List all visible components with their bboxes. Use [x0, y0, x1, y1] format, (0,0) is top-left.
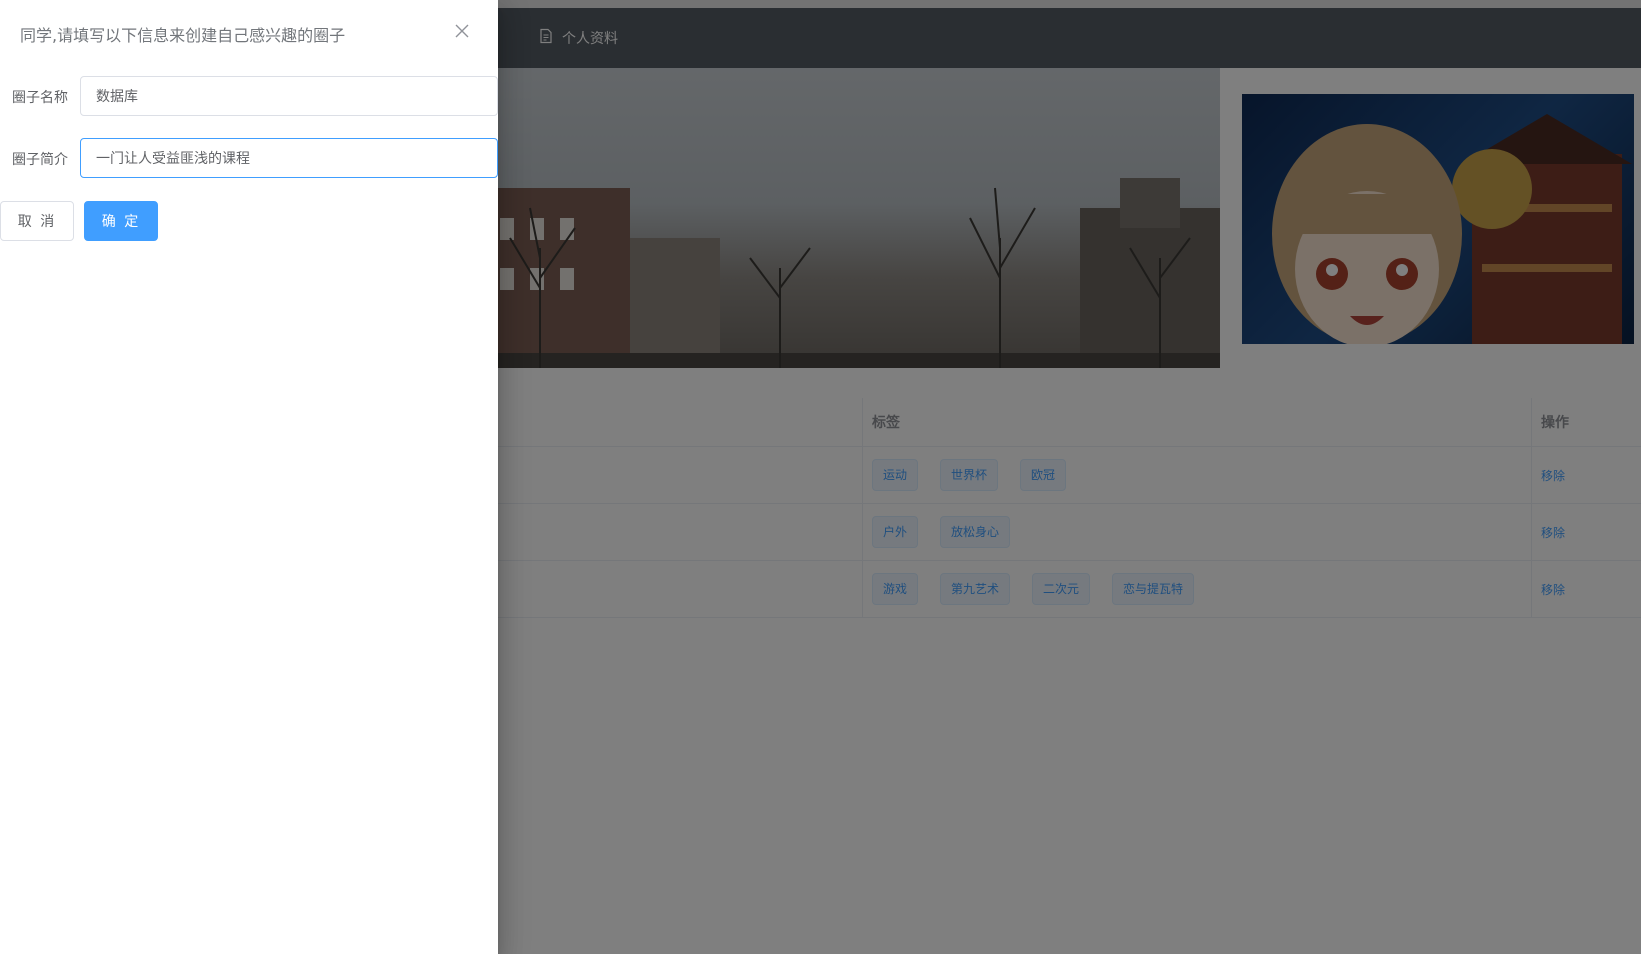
circle-intro-input[interactable] [80, 138, 498, 178]
create-circle-drawer: 同学,请填写以下信息来创建自己感兴趣的圈子 圈子名称 圈子简介 取 消 确 定 [0, 0, 498, 954]
circle-name-input[interactable] [80, 76, 498, 116]
intro-label: 圈子简介 [12, 152, 68, 168]
confirm-button[interactable]: 确 定 [84, 201, 158, 241]
close-button[interactable] [452, 22, 472, 42]
close-icon [455, 23, 469, 42]
drawer-title: 同学,请填写以下信息来创建自己感兴趣的圈子 [20, 26, 346, 45]
cancel-button[interactable]: 取 消 [0, 201, 74, 241]
name-label: 圈子名称 [12, 90, 68, 106]
